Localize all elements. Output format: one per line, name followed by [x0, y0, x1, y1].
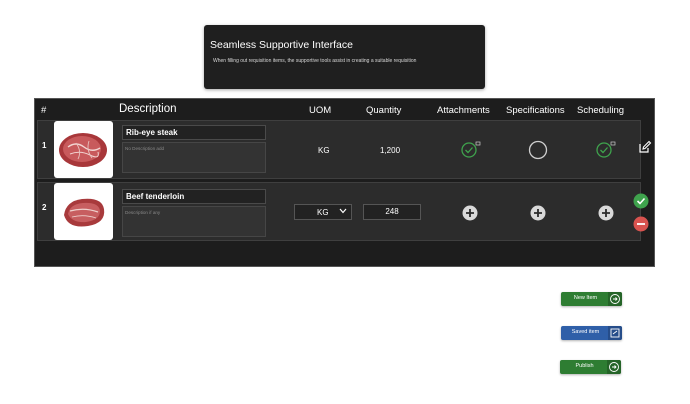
uom-value: KG [318, 146, 330, 155]
new-item-label: New Item [573, 295, 598, 301]
table-row[interactable]: 1 Rib-eye steak No Description add KG 1,… [37, 120, 641, 179]
header-num: # [41, 105, 47, 116]
header-quantity: Quantity [366, 105, 402, 116]
table-row[interactable]: 2 Beef tenderloin Description if any KG … [37, 182, 641, 241]
saved-item-button[interactable]: Saved item [561, 326, 622, 340]
add-schedule-icon[interactable] [598, 205, 614, 226]
attachments-check-icon[interactable] [460, 140, 484, 163]
row-number: 1 [42, 141, 47, 150]
item-name-field[interactable]: Beef tenderloin [122, 189, 266, 204]
publish-button[interactable]: Publish [560, 360, 621, 374]
arrow-circle-right-icon [608, 292, 622, 306]
info-banner: Seamless Supportive Interface When filli… [204, 25, 485, 89]
saved-list-icon [608, 326, 622, 340]
item-description-field[interactable]: Description if any [122, 206, 266, 237]
table-header: # Description UOM Quantity Attachments S… [35, 102, 654, 118]
item-image [54, 183, 113, 240]
specifications-empty-icon[interactable] [528, 140, 548, 165]
banner-subtitle: When filling out requisition items, the … [213, 58, 417, 64]
header-scheduling: Scheduling [577, 105, 625, 116]
add-specification-icon[interactable] [530, 205, 546, 226]
scheduling-check-icon[interactable] [595, 140, 619, 163]
header-description: Description [119, 103, 177, 115]
remove-minus-icon[interactable] [633, 216, 649, 237]
chevron-down-icon [339, 208, 347, 216]
header-attachments: Attachments [437, 105, 490, 116]
uom-select[interactable]: KG [294, 204, 352, 220]
banner-title: Seamless Supportive Interface [210, 39, 353, 51]
quantity-input[interactable]: 248 [363, 204, 421, 220]
item-name-field[interactable]: Rib-eye steak [122, 125, 266, 140]
arrow-circle-right-icon [607, 360, 621, 374]
header-uom: UOM [309, 105, 332, 116]
edit-icon[interactable] [638, 140, 652, 159]
publish-label: Publish [575, 363, 594, 369]
requisition-table: # Description UOM Quantity Attachments S… [34, 98, 655, 267]
saved-item-label: Saved item [571, 329, 600, 335]
confirm-check-icon[interactable] [633, 193, 649, 214]
new-item-button[interactable]: New Item [561, 292, 622, 306]
header-specifications: Specifications [506, 105, 565, 116]
item-image [54, 121, 113, 178]
add-attachment-icon[interactable] [462, 205, 478, 226]
quantity-value: 1,200 [380, 146, 401, 155]
uom-selected-value: KG [317, 208, 329, 217]
item-description-field[interactable]: No Description add [122, 142, 266, 173]
row-number: 2 [42, 203, 47, 212]
